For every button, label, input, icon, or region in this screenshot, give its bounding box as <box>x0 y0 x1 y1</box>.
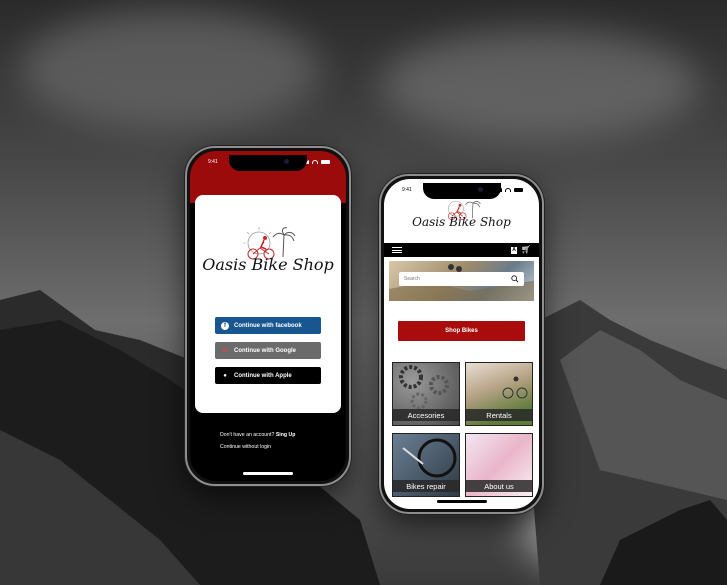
rider-image <box>502 376 528 399</box>
tile-rentals[interactable]: Rentals <box>465 362 533 426</box>
tile-label: Rentals <box>466 409 532 421</box>
tile-accessories[interactable]: Accesories <box>392 362 460 426</box>
search-input[interactable] <box>404 276 494 282</box>
search-icon[interactable] <box>511 275 519 283</box>
wifi-icon <box>505 188 511 192</box>
tile-label: About us <box>466 480 532 492</box>
bottom-links: Don't have an account? Sing Up Continue … <box>220 429 295 453</box>
google-icon: G <box>222 347 228 354</box>
continue-facebook-button[interactable]: f Continue with facebook <box>215 317 321 334</box>
home-screen: 9:41 Oasis Bike Shop A 🛒︎ Search Shop Bi… <box>384 179 539 509</box>
hero-banner <box>389 261 534 301</box>
home-indicator <box>243 472 293 475</box>
nav-bar: A 🛒︎ <box>384 243 539 257</box>
continue-apple-button[interactable]: ● Continue with Apple <box>215 367 321 384</box>
continue-without-login-link[interactable]: Continue without login <box>220 441 295 453</box>
menu-icon[interactable] <box>392 247 402 253</box>
tile-about-us[interactable]: About us <box>465 433 533 497</box>
tile-bikes-repair[interactable]: Bikes repair <box>392 433 460 497</box>
gears-image <box>399 365 449 410</box>
facebook-button-label: Continue with facebook <box>234 322 302 329</box>
login-card: Oasis Bike Shop f Continue with facebook… <box>195 195 341 413</box>
brand-name: Oasis Bike Shop <box>202 255 334 274</box>
search-bar <box>399 272 524 286</box>
home-indicator <box>436 500 487 503</box>
apple-button-label: Continue with Apple <box>234 372 292 379</box>
tile-label: Accesories <box>393 409 459 421</box>
repair-image <box>402 438 457 478</box>
cart-icon[interactable]: 🛒︎ <box>521 246 531 254</box>
login-screen: 9:41 Oasis Bike Shop f Continue with fac… <box>190 151 346 481</box>
no-account-text: Don't have an account? <box>220 432 275 438</box>
text-size-button[interactable]: A <box>511 246 517 254</box>
tile-label: Bikes repair <box>393 480 459 492</box>
battery-icon <box>514 188 523 192</box>
google-button-label: Continue with Google <box>234 347 296 354</box>
signup-row: Don't have an account? Sing Up <box>220 429 295 441</box>
facebook-icon: f <box>221 321 229 330</box>
nav-actions: A 🛒︎ <box>511 246 531 254</box>
status-time: 9:41 <box>402 187 412 193</box>
battery-icon <box>321 160 330 164</box>
notch <box>229 155 307 171</box>
brand-name: Oasis Bike Shop <box>412 215 511 229</box>
continue-google-button[interactable]: G Continue with Google <box>215 342 321 359</box>
brand-logo: Oasis Bike Shop <box>384 195 539 229</box>
notch <box>422 183 501 199</box>
shop-bikes-button[interactable]: Shop Bikes <box>398 321 525 341</box>
phone-login-screen: 9:41 Oasis Bike Shop f Continue with fac… <box>185 146 351 486</box>
wifi-icon <box>312 160 318 164</box>
phone-home-screen: 9:41 Oasis Bike Shop A 🛒︎ Search Shop Bi… <box>379 174 544 514</box>
apple-icon: ● <box>223 372 227 379</box>
mountain-background <box>0 290 727 585</box>
brand-logo: Oasis Bike Shop <box>195 223 341 274</box>
sign-up-link[interactable]: Sing Up <box>276 432 296 438</box>
status-time: 9:41 <box>208 159 218 165</box>
